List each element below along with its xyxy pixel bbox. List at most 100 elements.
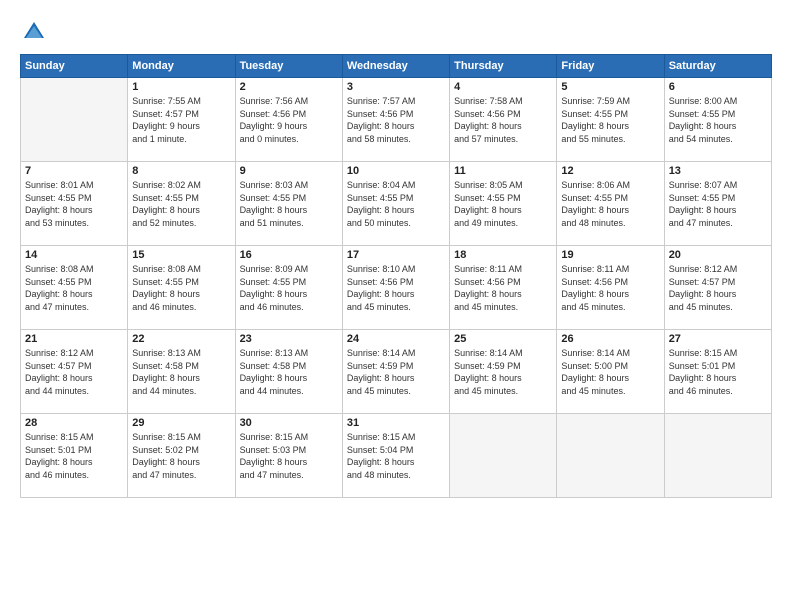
day-number: 26 — [561, 333, 659, 345]
week-row-3: 21 Sunrise: 8:12 AM Sunset: 4:57 PM Dayli… — [21, 330, 772, 414]
header-row: SundayMondayTuesdayWednesdayThursdayFrid… — [21, 55, 772, 78]
day-info: Sunrise: 8:14 AM Sunset: 5:00 PM Dayligh… — [561, 347, 659, 397]
page: SundayMondayTuesdayWednesdayThursdayFrid… — [0, 0, 792, 612]
col-header-sunday: Sunday — [21, 55, 128, 78]
day-cell — [664, 414, 771, 498]
day-info: Sunrise: 8:15 AM Sunset: 5:01 PM Dayligh… — [669, 347, 767, 397]
day-number: 13 — [669, 165, 767, 177]
day-info: Sunrise: 8:15 AM Sunset: 5:04 PM Dayligh… — [347, 431, 445, 481]
day-cell: 6 Sunrise: 8:00 AM Sunset: 4:55 PM Daylig… — [664, 78, 771, 162]
day-info: Sunrise: 8:04 AM Sunset: 4:55 PM Dayligh… — [347, 179, 445, 229]
day-cell: 19 Sunrise: 8:11 AM Sunset: 4:56 PM Dayli… — [557, 246, 664, 330]
day-cell: 7 Sunrise: 8:01 AM Sunset: 4:55 PM Daylig… — [21, 162, 128, 246]
day-number: 24 — [347, 333, 445, 345]
day-info: Sunrise: 8:09 AM Sunset: 4:55 PM Dayligh… — [240, 263, 338, 313]
day-number: 14 — [25, 249, 123, 261]
day-number: 17 — [347, 249, 445, 261]
day-info: Sunrise: 8:14 AM Sunset: 4:59 PM Dayligh… — [454, 347, 552, 397]
day-cell: 13 Sunrise: 8:07 AM Sunset: 4:55 PM Dayli… — [664, 162, 771, 246]
day-info: Sunrise: 8:05 AM Sunset: 4:55 PM Dayligh… — [454, 179, 552, 229]
day-cell: 3Sunrise: 7:57 AM Sunset: 4:56 PM Daylig… — [342, 78, 449, 162]
day-info: Sunrise: 8:14 AM Sunset: 4:59 PM Dayligh… — [347, 347, 445, 397]
day-cell: 9Sunrise: 8:03 AM Sunset: 4:55 PM Daylig… — [235, 162, 342, 246]
day-cell: 28 Sunrise: 8:15 AM Sunset: 5:01 PM Dayli… — [21, 414, 128, 498]
day-info: Sunrise: 8:08 AM Sunset: 4:55 PM Dayligh… — [132, 263, 230, 313]
day-number: 16 — [240, 249, 338, 261]
day-number: 2 — [240, 81, 338, 93]
day-info: Sunrise: 8:00 AM Sunset: 4:55 PM Dayligh… — [669, 95, 767, 145]
day-info: Sunrise: 8:15 AM Sunset: 5:02 PM Dayligh… — [132, 431, 230, 481]
day-number: 28 — [25, 417, 123, 429]
day-info: Sunrise: 8:10 AM Sunset: 4:56 PM Dayligh… — [347, 263, 445, 313]
day-info: Sunrise: 8:06 AM Sunset: 4:55 PM Dayligh… — [561, 179, 659, 229]
day-number: 29 — [132, 417, 230, 429]
day-number: 19 — [561, 249, 659, 261]
day-number: 7 — [25, 165, 123, 177]
day-cell: 14 Sunrise: 8:08 AM Sunset: 4:55 PM Dayli… — [21, 246, 128, 330]
day-cell: 4 Sunrise: 7:58 AM Sunset: 4:56 PM Daylig… — [450, 78, 557, 162]
header — [20, 18, 772, 46]
day-info: Sunrise: 7:59 AM Sunset: 4:55 PM Dayligh… — [561, 95, 659, 145]
day-number: 12 — [561, 165, 659, 177]
col-header-tuesday: Tuesday — [235, 55, 342, 78]
day-cell: 22Sunrise: 8:13 AM Sunset: 4:58 PM Dayli… — [128, 330, 235, 414]
day-info: Sunrise: 8:08 AM Sunset: 4:55 PM Dayligh… — [25, 263, 123, 313]
col-header-monday: Monday — [128, 55, 235, 78]
day-number: 11 — [454, 165, 552, 177]
day-cell: 16 Sunrise: 8:09 AM Sunset: 4:55 PM Dayli… — [235, 246, 342, 330]
col-header-wednesday: Wednesday — [342, 55, 449, 78]
day-cell: 15 Sunrise: 8:08 AM Sunset: 4:55 PM Dayli… — [128, 246, 235, 330]
day-cell: 10 Sunrise: 8:04 AM Sunset: 4:55 PM Dayli… — [342, 162, 449, 246]
day-number: 18 — [454, 249, 552, 261]
day-cell — [21, 78, 128, 162]
day-number: 8 — [132, 165, 230, 177]
day-info: Sunrise: 8:11 AM Sunset: 4:56 PM Dayligh… — [561, 263, 659, 313]
col-header-saturday: Saturday — [664, 55, 771, 78]
day-info: Sunrise: 7:55 AM Sunset: 4:57 PM Dayligh… — [132, 95, 230, 145]
day-info: Sunrise: 7:58 AM Sunset: 4:56 PM Dayligh… — [454, 95, 552, 145]
day-cell: 24 Sunrise: 8:14 AM Sunset: 4:59 PM Dayli… — [342, 330, 449, 414]
day-cell: 2 Sunrise: 7:56 AM Sunset: 4:56 PM Daylig… — [235, 78, 342, 162]
day-info: Sunrise: 8:11 AM Sunset: 4:56 PM Dayligh… — [454, 263, 552, 313]
week-row-2: 14 Sunrise: 8:08 AM Sunset: 4:55 PM Dayli… — [21, 246, 772, 330]
day-info: Sunrise: 8:15 AM Sunset: 5:01 PM Dayligh… — [25, 431, 123, 481]
day-number: 10 — [347, 165, 445, 177]
day-info: Sunrise: 8:13 AM Sunset: 4:58 PM Dayligh… — [240, 347, 338, 397]
day-cell: 30 Sunrise: 8:15 AM Sunset: 5:03 PM Dayli… — [235, 414, 342, 498]
day-number: 21 — [25, 333, 123, 345]
col-header-friday: Friday — [557, 55, 664, 78]
day-info: Sunrise: 8:07 AM Sunset: 4:55 PM Dayligh… — [669, 179, 767, 229]
day-number: 30 — [240, 417, 338, 429]
day-cell: 21 Sunrise: 8:12 AM Sunset: 4:57 PM Dayli… — [21, 330, 128, 414]
day-number: 31 — [347, 417, 445, 429]
day-number: 27 — [669, 333, 767, 345]
day-cell: 20Sunrise: 8:12 AM Sunset: 4:57 PM Dayli… — [664, 246, 771, 330]
day-cell: 23Sunrise: 8:13 AM Sunset: 4:58 PM Dayli… — [235, 330, 342, 414]
day-number: 15 — [132, 249, 230, 261]
calendar-table: SundayMondayTuesdayWednesdayThursdayFrid… — [20, 54, 772, 498]
day-info: Sunrise: 7:56 AM Sunset: 4:56 PM Dayligh… — [240, 95, 338, 145]
day-cell: 25Sunrise: 8:14 AM Sunset: 4:59 PM Dayli… — [450, 330, 557, 414]
day-info: Sunrise: 8:12 AM Sunset: 4:57 PM Dayligh… — [669, 263, 767, 313]
day-number: 4 — [454, 81, 552, 93]
logo-icon — [20, 18, 48, 46]
day-info: Sunrise: 8:15 AM Sunset: 5:03 PM Dayligh… — [240, 431, 338, 481]
day-number: 6 — [669, 81, 767, 93]
day-cell: 11 Sunrise: 8:05 AM Sunset: 4:55 PM Dayli… — [450, 162, 557, 246]
day-info: Sunrise: 8:13 AM Sunset: 4:58 PM Dayligh… — [132, 347, 230, 397]
day-cell: 26 Sunrise: 8:14 AM Sunset: 5:00 PM Dayli… — [557, 330, 664, 414]
day-number: 1 — [132, 81, 230, 93]
day-cell: 27 Sunrise: 8:15 AM Sunset: 5:01 PM Dayli… — [664, 330, 771, 414]
logo — [20, 18, 52, 46]
week-row-0: 1 Sunrise: 7:55 AM Sunset: 4:57 PM Daylig… — [21, 78, 772, 162]
day-info: Sunrise: 8:01 AM Sunset: 4:55 PM Dayligh… — [25, 179, 123, 229]
day-number: 3 — [347, 81, 445, 93]
day-cell: 1 Sunrise: 7:55 AM Sunset: 4:57 PM Daylig… — [128, 78, 235, 162]
week-row-1: 7 Sunrise: 8:01 AM Sunset: 4:55 PM Daylig… — [21, 162, 772, 246]
day-info: Sunrise: 8:03 AM Sunset: 4:55 PM Dayligh… — [240, 179, 338, 229]
day-cell: 8Sunrise: 8:02 AM Sunset: 4:55 PM Daylig… — [128, 162, 235, 246]
day-number: 5 — [561, 81, 659, 93]
day-info: Sunrise: 8:12 AM Sunset: 4:57 PM Dayligh… — [25, 347, 123, 397]
day-cell: 5 Sunrise: 7:59 AM Sunset: 4:55 PM Daylig… — [557, 78, 664, 162]
day-cell: 17 Sunrise: 8:10 AM Sunset: 4:56 PM Dayli… — [342, 246, 449, 330]
